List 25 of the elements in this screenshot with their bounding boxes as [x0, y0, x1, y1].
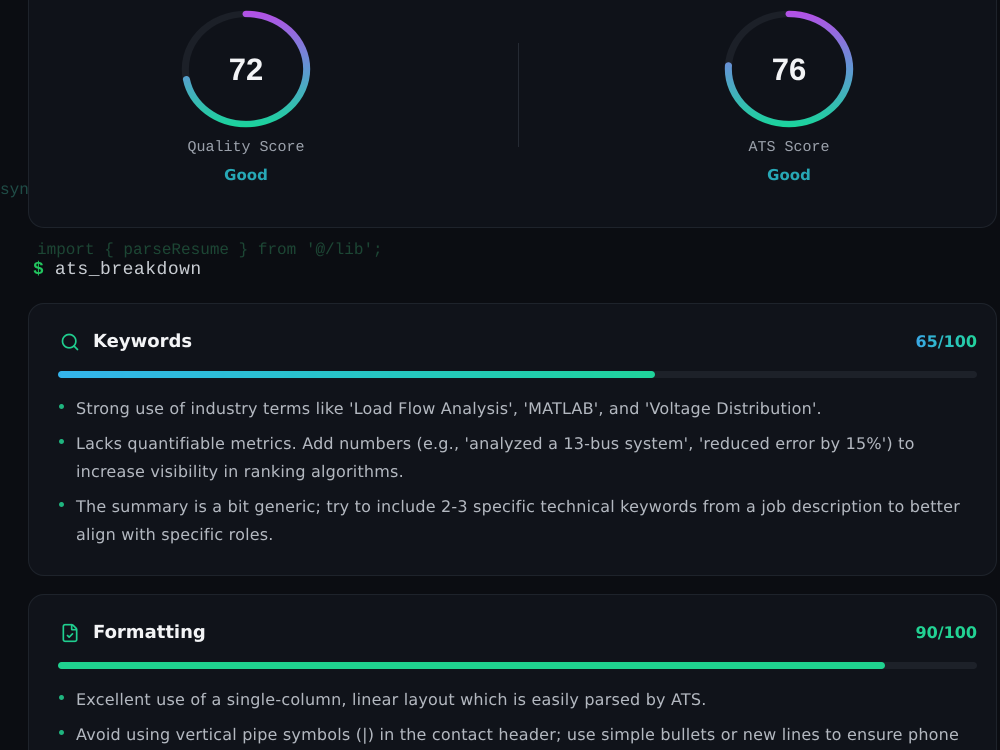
score-value: 76	[772, 54, 806, 84]
code-line: import { parseResume } from '@/lib';	[37, 240, 383, 260]
section-title: Formatting	[93, 621, 206, 645]
code-fragment: syn	[0, 180, 29, 200]
feedback-text: Avoid using vertical pipe symbols (|) in the contact header; use simple bullets or new lines to ensure phone	[76, 724, 960, 746]
prompt-symbol: $	[33, 260, 44, 280]
search-icon	[60, 332, 80, 352]
bullet-icon	[59, 502, 64, 507]
section-score: 90/100	[915, 622, 977, 644]
bullet-icon	[59, 695, 64, 700]
bullet-icon	[59, 439, 64, 444]
feedback-text: Strong use of industry terms like 'Load Flow Analysis', 'MATLAB', and 'Voltage Distribution'.	[76, 398, 823, 420]
command-text: ats_breakdown	[54, 260, 202, 280]
bullet-icon	[59, 730, 64, 735]
score-label: ATS Score	[748, 138, 830, 158]
score-label: Quality Score	[187, 138, 305, 158]
file-check-icon	[60, 623, 80, 643]
score-rating: Good	[224, 165, 268, 185]
bullet-icon	[59, 404, 64, 409]
score-value: 72	[228, 54, 264, 84]
section-title: Keywords	[93, 330, 192, 354]
feedback-text: Excellent use of a single-column, linear layout which is easily parsed by ATS.	[76, 689, 708, 711]
feedback-text: Lacks quantifiable metrics. Add numbers (e.g., 'analyzed a 13-bus system', 'reduced error by 15%') to increase visibility in ranking algorithms.	[76, 433, 916, 483]
score-rating: Good	[767, 165, 811, 185]
feedback-text: The summary is a bit generic; try to include 2-3 specific technical keywords from a job description to better align with specific roles.	[76, 496, 961, 546]
